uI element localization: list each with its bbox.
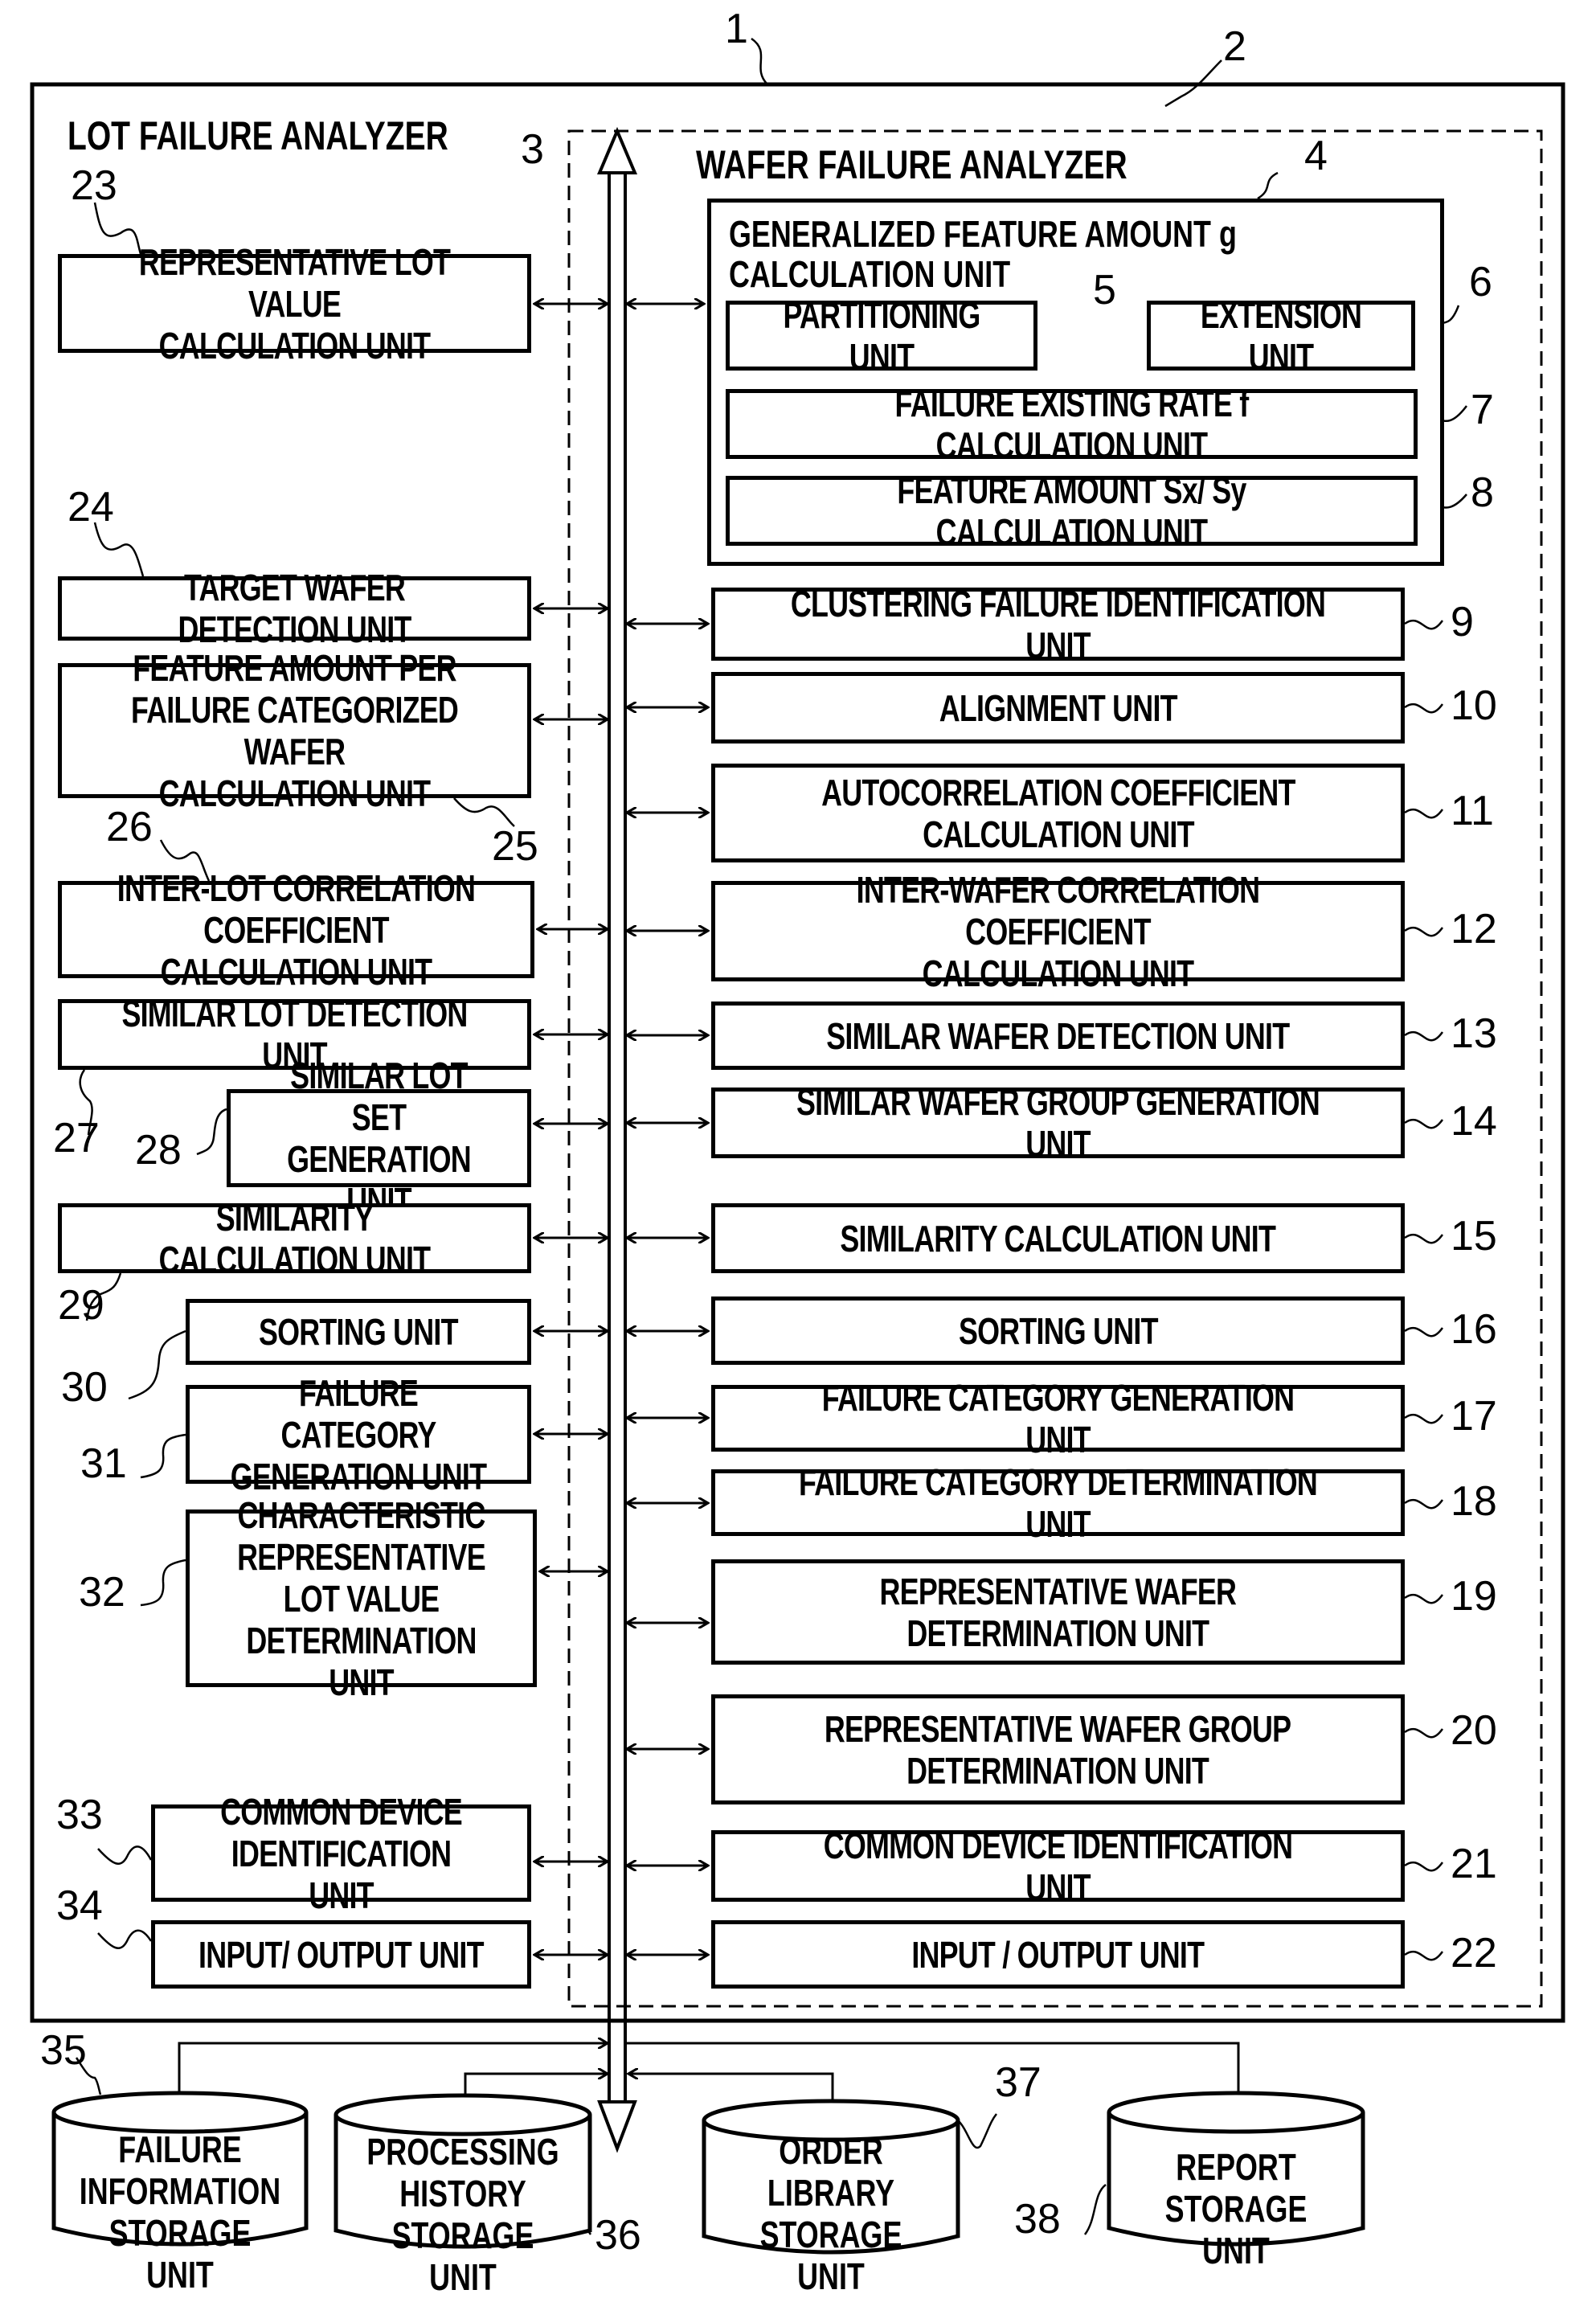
inter-lot-correlation-unit[interactable]: INTER-LOT CORRELATION COEFFICIENT CALCUL… <box>58 867 534 993</box>
clustering-failure-identification-unit[interactable]: CLUSTERING FAILURE IDENTIFICATION UNIT <box>711 583 1405 666</box>
ref-15: 15 <box>1451 1213 1497 1260</box>
processing-history-storage-unit[interactable]: PROCESSING HISTORY STORAGE UNIT <box>333 2092 593 2298</box>
wafer-sorting-unit[interactable]: SORTING UNIT <box>711 1296 1405 1365</box>
wafer-input-output-unit[interactable]: INPUT / OUTPUT UNIT <box>711 1920 1405 1989</box>
lot-failure-category-generation-unit[interactable]: FAILURE CATEGORY GENERATION UNIT <box>186 1372 531 1497</box>
representative-lot-value-calculation-unit[interactable]: REPRESENTATIVE LOT VALUE CALCULATION UNI… <box>58 241 531 367</box>
ref-6: 6 <box>1469 259 1492 305</box>
partitioning-unit[interactable]: PARTITIONING UNIT <box>726 294 1037 378</box>
ref-7: 7 <box>1471 387 1494 433</box>
ref-2: 2 <box>1223 23 1246 70</box>
ref-32: 32 <box>79 1569 125 1616</box>
bus-arrow <box>596 126 638 2153</box>
ref-29: 29 <box>58 1282 104 1329</box>
failure-category-determination-unit[interactable]: FAILURE CATEGORY DETERMINATION UNIT <box>711 1461 1405 1545</box>
wafer-similarity-calculation-unit[interactable]: SIMILARITY CALCULATION UNIT <box>711 1203 1405 1273</box>
ref-37: 37 <box>995 2059 1041 2106</box>
ref-4: 4 <box>1304 133 1328 179</box>
lot-sorting-unit[interactable]: SORTING UNIT <box>186 1299 531 1365</box>
lot-similarity-calculation-unit[interactable]: SIMILARITY CALCULATION UNIT <box>58 1197 531 1280</box>
lot-common-device-identification-unit[interactable]: COMMON DEVICE IDENTIFICATION UNIT <box>151 1791 531 1916</box>
ref-19: 19 <box>1451 1573 1497 1620</box>
similar-lot-set-generation-unit[interactable]: SIMILAR LOT SET GENERATION UNIT <box>227 1055 531 1222</box>
wafer-failure-category-generation-unit[interactable]: FAILURE CATEGORY GENERATION UNIT <box>711 1377 1405 1460</box>
lot-analyzer-title: LOT FAILURE ANALYZER <box>68 113 448 158</box>
ref-13: 13 <box>1451 1010 1497 1057</box>
order-library-storage-unit[interactable]: ORDER LIBRARY STORAGE UNIT <box>701 2098 961 2297</box>
ref-25: 25 <box>492 823 538 870</box>
ref-23: 23 <box>71 162 117 209</box>
similar-wafer-group-generation-unit[interactable]: SIMILAR WAFER GROUP GENERATION UNIT <box>711 1081 1405 1165</box>
report-storage-unit[interactable]: REPORT STORAGE UNIT <box>1106 2090 1366 2271</box>
ref-36: 36 <box>595 2212 641 2259</box>
ref-9: 9 <box>1451 599 1474 645</box>
extension-unit[interactable]: EXTENSION UNIT <box>1147 294 1415 378</box>
failure-information-storage-unit[interactable]: FAILURE INFORMATION STORAGE UNIT <box>51 2090 309 2296</box>
ref-22: 22 <box>1451 1930 1497 1976</box>
representative-wafer-determination-unit[interactable]: REPRESENTATIVE WAFER DETERMINATION UNIT <box>711 1559 1405 1665</box>
ref-10: 10 <box>1451 682 1497 729</box>
alignment-unit[interactable]: ALIGNMENT UNIT <box>711 672 1405 743</box>
ref-3: 3 <box>521 126 544 173</box>
ref-20: 20 <box>1451 1707 1497 1754</box>
feature-amount-per-failure-categorized-wafer-unit[interactable]: FEATURE AMOUNT PER FAILURE CATEGORIZED W… <box>58 647 531 814</box>
representative-wafer-group-determination-unit[interactable]: REPRESENTATIVE WAFER GROUP DETERMINATION… <box>711 1694 1405 1804</box>
ref-18: 18 <box>1451 1478 1497 1525</box>
wafer-bus-connectors <box>627 304 708 1955</box>
autocorrelation-coefficient-unit[interactable]: AUTOCORRELATION COEFFICIENT CALCULATION … <box>711 764 1405 862</box>
ref-34: 34 <box>56 1882 103 1929</box>
similar-wafer-detection-unit[interactable]: SIMILAR WAFER DETECTION UNIT <box>711 1002 1405 1070</box>
generalized-feature-amount-label: GENERALIZED FEATURE AMOUNT g CALCULATION… <box>729 213 1237 295</box>
ref-28: 28 <box>135 1127 182 1174</box>
ref-27: 27 <box>53 1115 100 1161</box>
wafer-common-device-identification-unit[interactable]: COMMON DEVICE IDENTIFICATION UNIT <box>711 1825 1405 1908</box>
ref-5: 5 <box>1093 267 1116 313</box>
ref-8: 8 <box>1471 469 1494 516</box>
characteristic-representative-lot-value-unit[interactable]: CHARACTERISTIC REPRESENTATIVE LOT VALUE … <box>186 1494 537 1703</box>
ref-35: 35 <box>40 2027 87 2074</box>
lot-input-output-unit[interactable]: INPUT/ OUTPUT UNIT <box>151 1920 531 1989</box>
ref-21: 21 <box>1451 1841 1497 1887</box>
ref-14: 14 <box>1451 1098 1497 1145</box>
inter-wafer-correlation-unit[interactable]: INTER-WAFER CORRELATION COEFFICIENT CALC… <box>711 869 1405 994</box>
ref-38: 38 <box>1014 2196 1061 2243</box>
wafer-analyzer-title: WAFER FAILURE ANALYZER <box>696 142 1127 187</box>
ref-31: 31 <box>80 1440 127 1487</box>
failure-existing-rate-unit[interactable]: FAILURE EXISTING RATE f CALCULATION UNIT <box>726 383 1418 466</box>
ref-24: 24 <box>68 484 114 530</box>
ref-26: 26 <box>106 804 153 850</box>
target-wafer-detection-unit[interactable]: TARGET WAFER DETECTION UNIT <box>58 567 531 650</box>
ref-16: 16 <box>1451 1306 1497 1353</box>
ref-11: 11 <box>1451 788 1494 834</box>
ref-12: 12 <box>1451 906 1497 952</box>
ref-1: 1 <box>725 6 748 52</box>
feature-amount-sxsy-unit[interactable]: FEATURE AMOUNT Sx/ Sy CALCULATION UNIT <box>726 469 1418 553</box>
ref-17: 17 <box>1451 1393 1497 1440</box>
lot-bus-connectors <box>534 304 608 1955</box>
ref-30: 30 <box>61 1364 108 1411</box>
ref-33: 33 <box>56 1792 103 1838</box>
